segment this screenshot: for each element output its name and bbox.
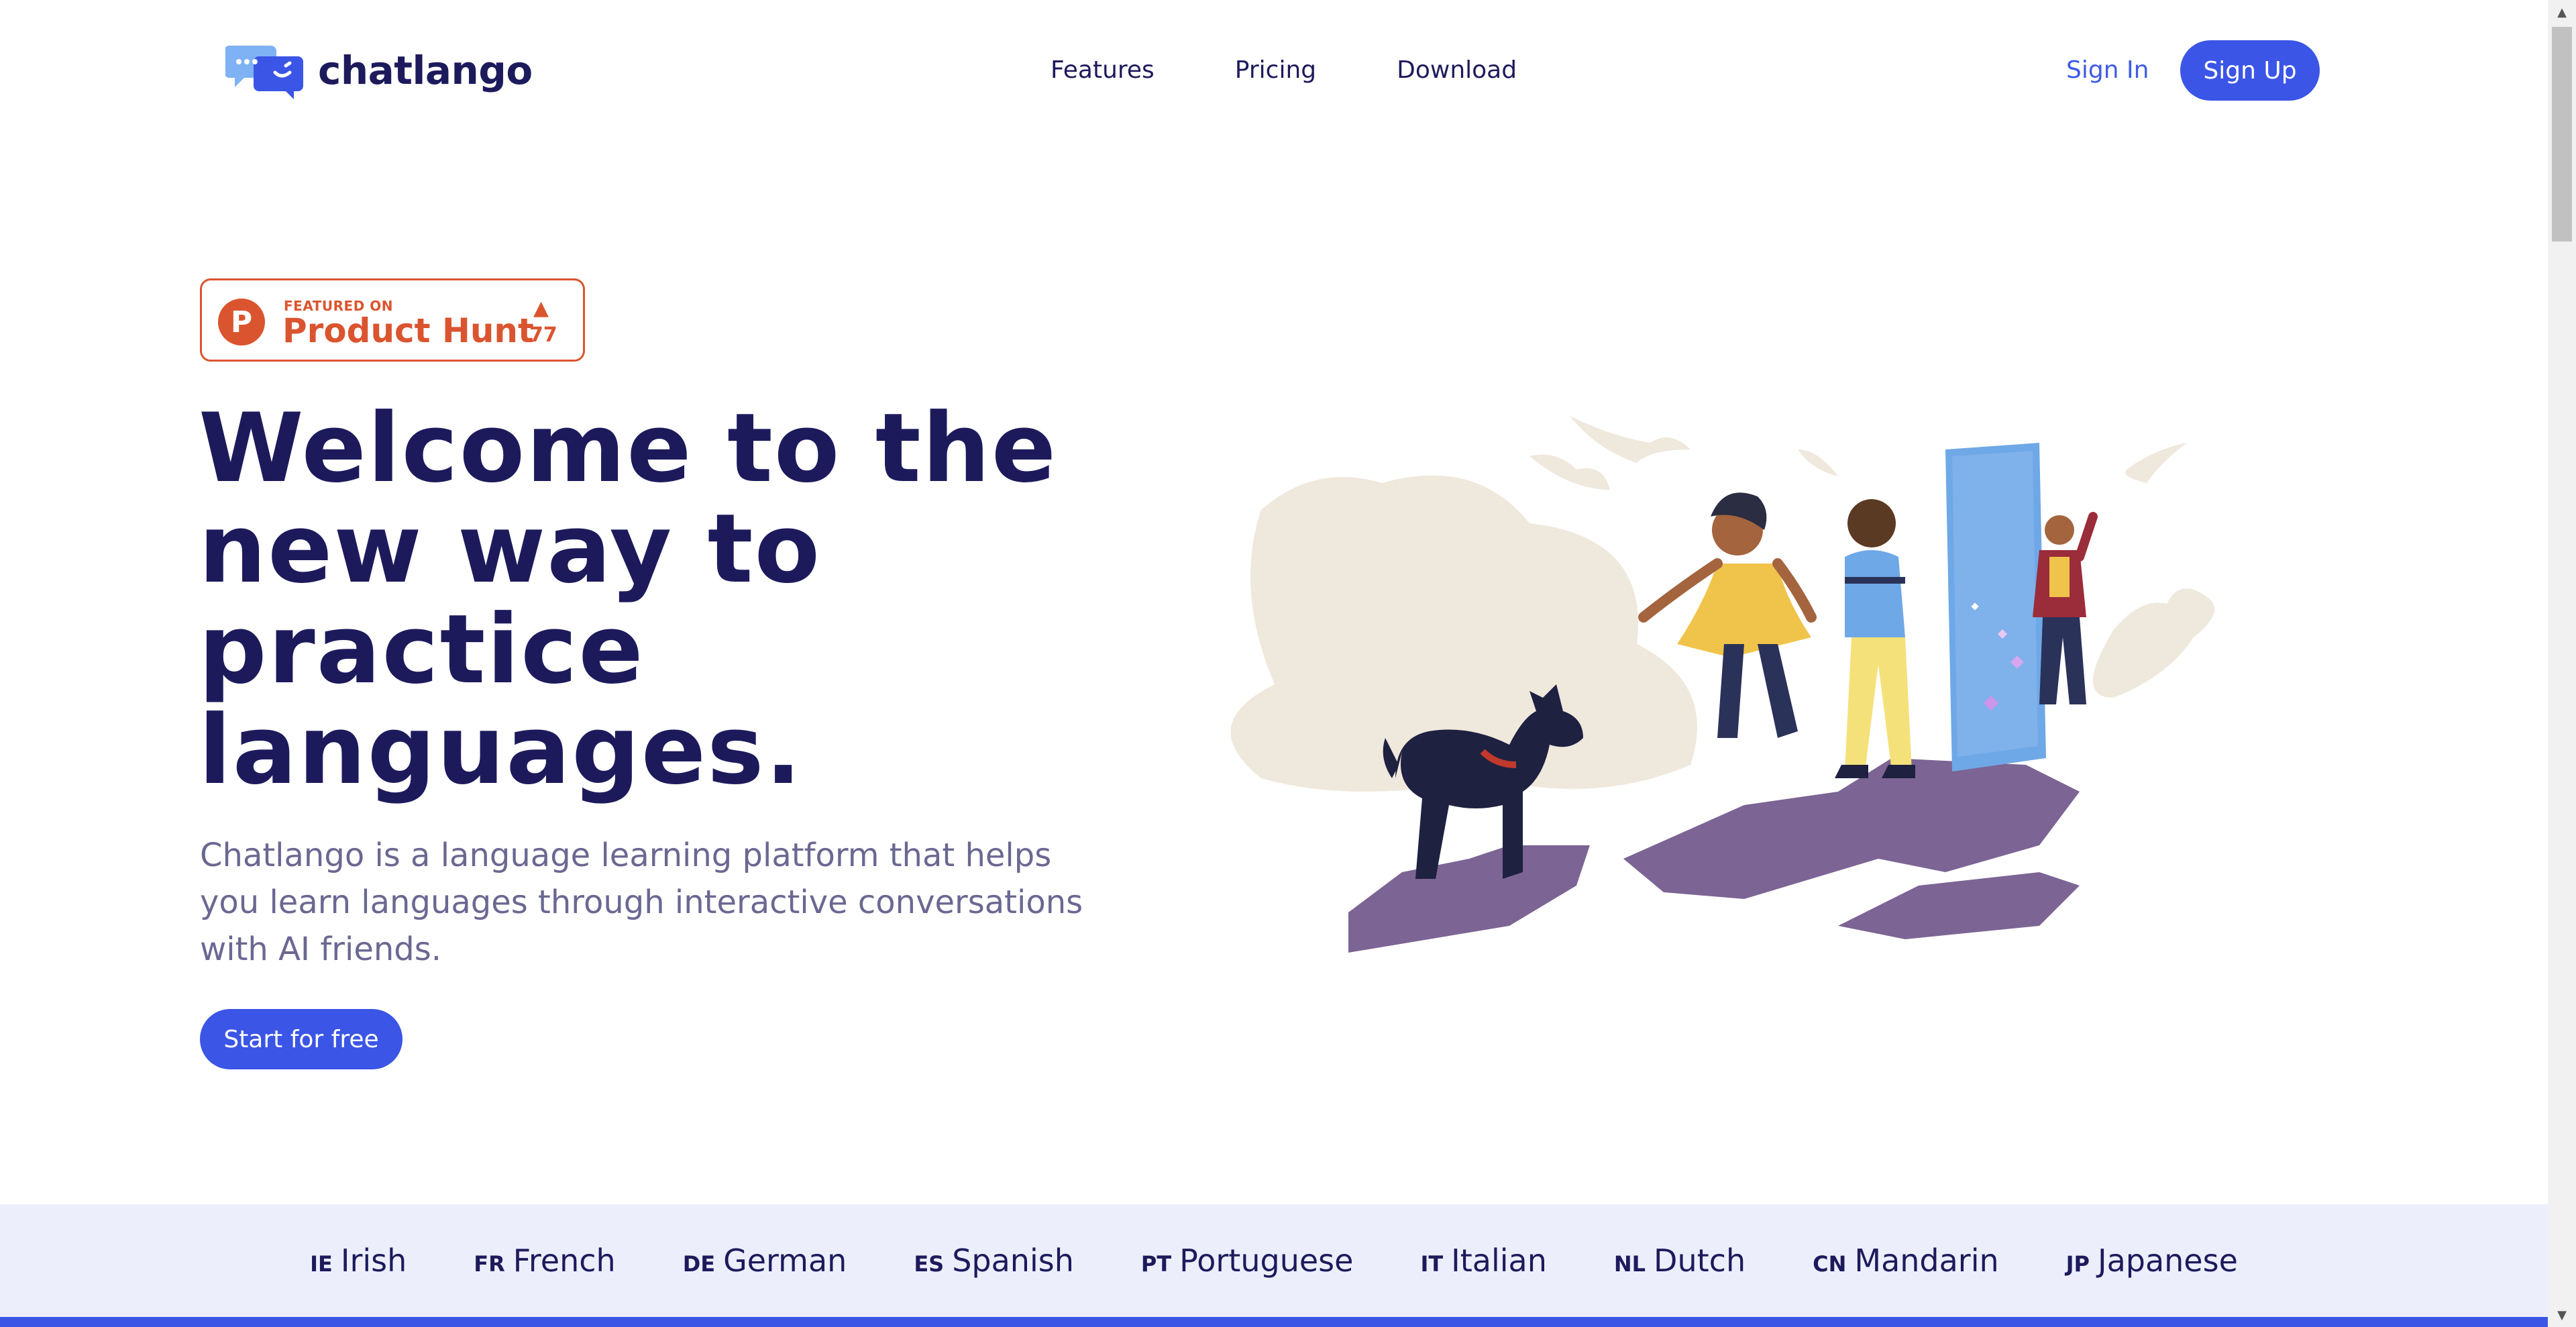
brand-logo[interactable]: chatlango [225, 42, 533, 99]
upvote-count: 77 [529, 323, 557, 347]
top-nav: chatlango Features Pricing Download Sign… [0, 0, 2548, 141]
language-code: NL [1613, 1251, 1646, 1277]
language-name: Portuguese [1179, 1242, 1354, 1279]
language-name: Italian [1451, 1242, 1547, 1279]
boy [1835, 499, 1915, 778]
nav-link-pricing[interactable]: Pricing [1235, 54, 1316, 87]
headline-line: Welcome to the [199, 393, 1058, 504]
page: chatlango Features Pricing Download Sign… [0, 0, 2548, 1327]
badge-product-hunt-label: Product Hunt [282, 311, 534, 350]
nav-links: Features Pricing Download [1051, 54, 1597, 87]
child [2033, 512, 2098, 704]
language-name: Dutch [1654, 1242, 1746, 1279]
hero-subtitle: Chatlango is a language learning platfor… [200, 837, 1083, 968]
headline-line: new way to [199, 494, 822, 604]
upvote-arrow-icon: ▲ [533, 297, 549, 320]
scroll-up-arrow-icon[interactable]: ▲ [2548, 0, 2576, 24]
language-item-french: FR French [474, 1242, 615, 1279]
language-code: PT [1140, 1251, 1172, 1277]
language-code: JP [2065, 1251, 2090, 1277]
language-code: ES [914, 1251, 945, 1277]
scroll-thumb[interactable] [2552, 27, 2572, 242]
portal [1945, 443, 2046, 772]
language-item-spanish: ES Spanish [914, 1242, 1074, 1279]
language-item-dutch: NL Dutch [1614, 1242, 1746, 1279]
language-item-irish: IE Irish [310, 1242, 407, 1279]
start-for-free-button[interactable]: Start for free [200, 1009, 402, 1069]
language-item-portuguese: PT Portuguese [1141, 1242, 1354, 1279]
language-item-italian: IT Italian [1420, 1242, 1546, 1279]
language-name: Irish [340, 1242, 407, 1279]
language-item-mandarin: CN Mandarin [1813, 1242, 1999, 1279]
sign-up-button[interactable]: Sign Up [2180, 40, 2320, 101]
hero-illustration [1230, 416, 2215, 953]
chat-bubbles-logo-icon [225, 46, 303, 99]
headline-line: practice [199, 594, 645, 705]
sign-in-link[interactable]: Sign In [2066, 54, 2149, 87]
language-code: CN [1813, 1251, 1847, 1277]
brand-name: chatlango [318, 48, 533, 93]
hero-headline: Welcome to the new way to practice langu… [199, 399, 1138, 801]
product-hunt-logo-icon: P [218, 299, 265, 346]
languages-strip: IE Irish FR French DE German ES Spanish … [0, 1204, 2548, 1317]
language-name: Mandarin [1854, 1242, 1999, 1279]
headline-line: languages. [199, 695, 803, 806]
language-name: Spanish [952, 1242, 1074, 1279]
scroll-down-arrow-icon[interactable]: ▼ [2548, 1303, 2576, 1327]
language-item-japanese: JP Japanese [2066, 1242, 2238, 1279]
language-name: French [513, 1242, 616, 1279]
language-name: German [723, 1242, 847, 1279]
language-code: IE [310, 1251, 333, 1277]
language-code: FR [474, 1251, 505, 1277]
languages-list: IE Irish FR French DE German ES Spanish … [0, 1204, 2548, 1317]
product-hunt-badge[interactable]: P FEATURED ON Product Hunt ▲ 77 [200, 278, 585, 362]
language-item-german: DE German [683, 1242, 847, 1279]
vertical-scrollbar[interactable]: ▲ ▼ [2548, 0, 2576, 1327]
bottom-accent-bar [0, 1317, 2548, 1327]
language-name: Japanese [2098, 1242, 2238, 1279]
nav-link-features[interactable]: Features [1051, 54, 1155, 87]
nav-link-download[interactable]: Download [1397, 54, 1517, 87]
language-code: DE [682, 1251, 716, 1277]
language-code: IT [1420, 1251, 1444, 1277]
